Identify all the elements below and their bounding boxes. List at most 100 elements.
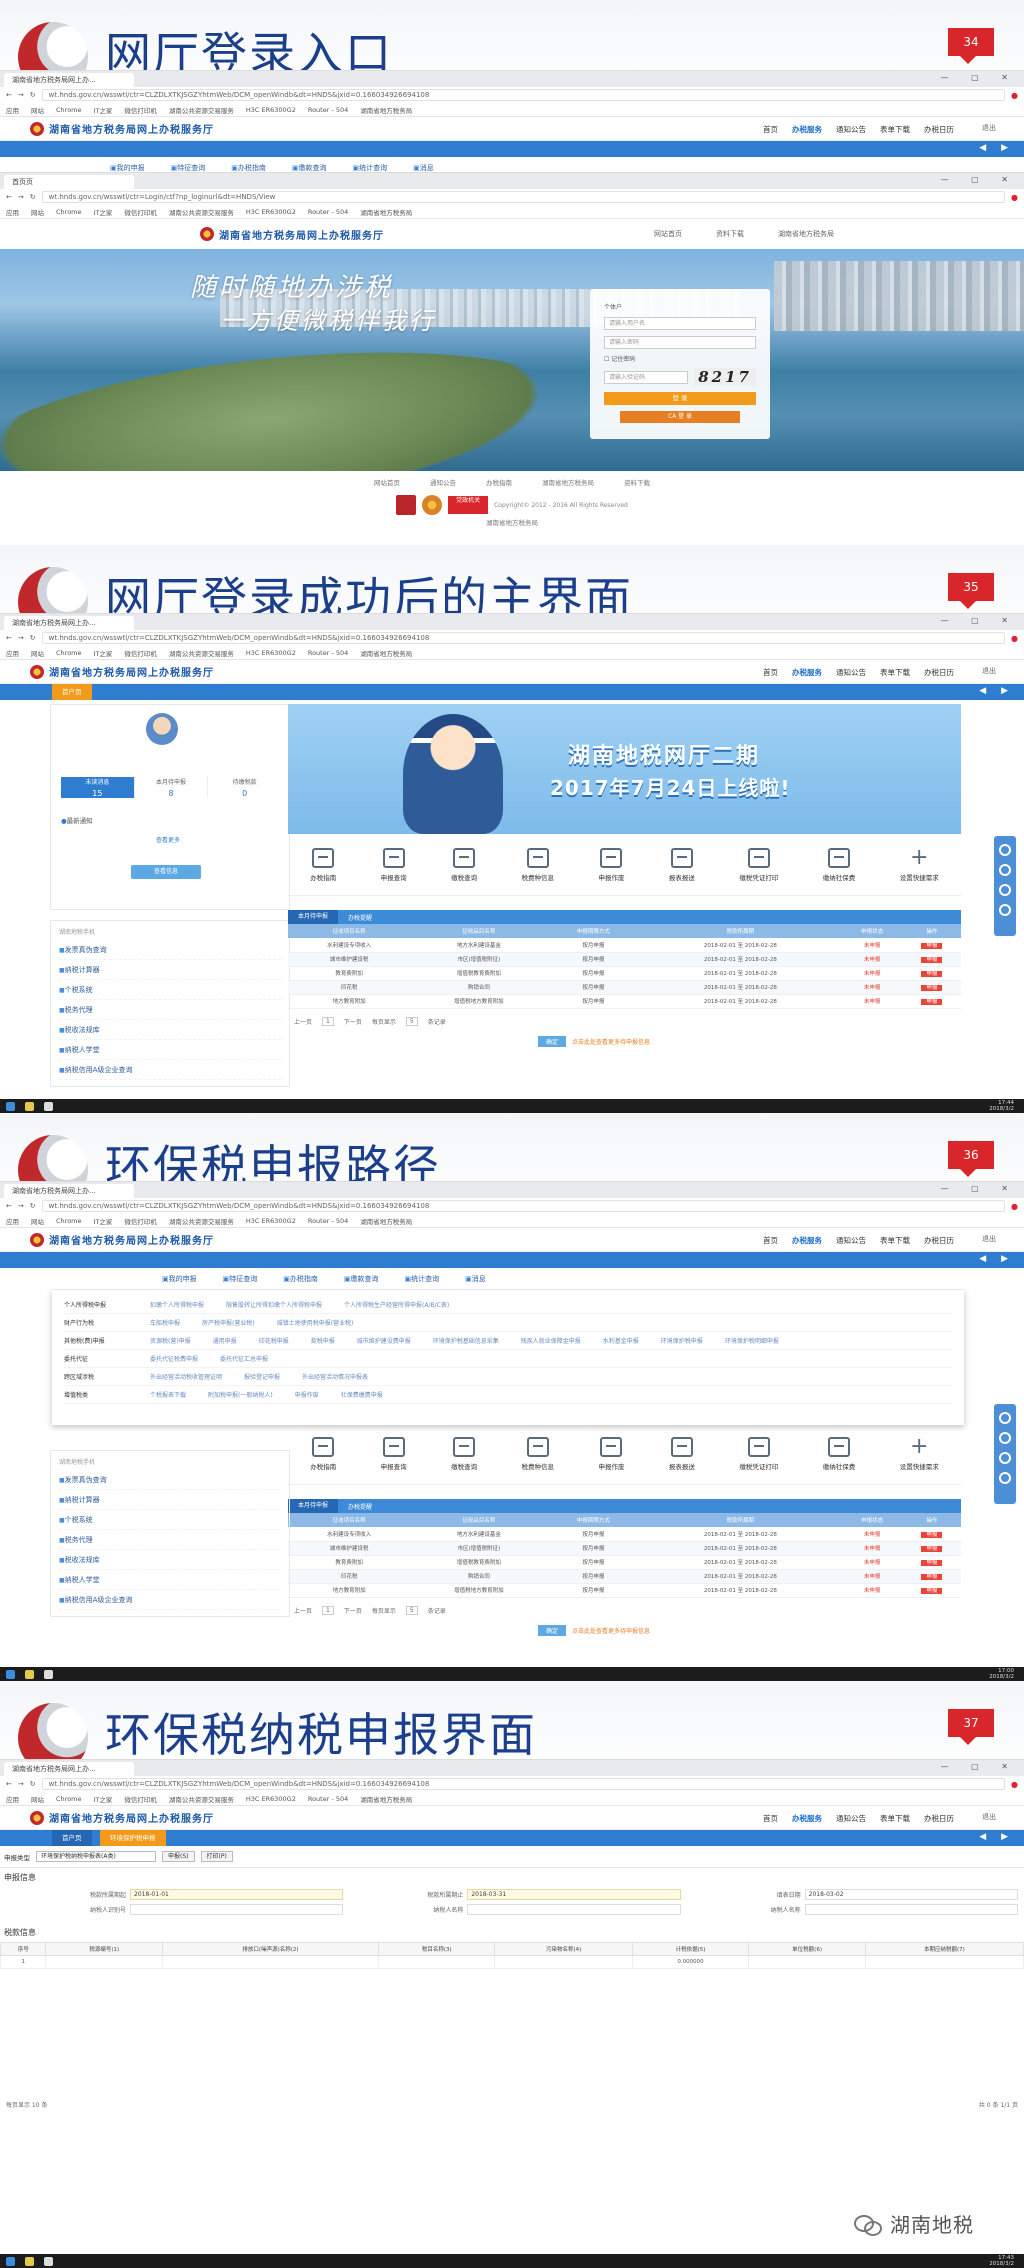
quick-nav-item[interactable]: 税务代理 (59, 1000, 281, 1020)
bookmark-item[interactable]: 湖南公共资源交易服务 (169, 105, 234, 115)
nav-forms[interactable]: 表单下载 (880, 124, 910, 135)
chrome-icon[interactable] (44, 1669, 53, 1679)
subtab-item[interactable]: 统计查询 (405, 1274, 439, 1284)
bookmark-item[interactable]: 网站 (31, 648, 44, 658)
menu-item[interactable]: 限售股转让所得扣缴个人所得税申报 (226, 1300, 322, 1309)
bookmark-item[interactable]: 应用 (6, 1794, 19, 1804)
footer-link[interactable]: 网站首页 (374, 477, 400, 487)
declare-button[interactable]: 申报 (921, 1574, 943, 1580)
nav-tax-service[interactable]: 办税服务 (792, 1813, 822, 1824)
declare-submit-button[interactable]: 申报(S) (162, 1851, 195, 1862)
bookmark-item[interactable]: Router - 504 (308, 1217, 348, 1225)
menu-item[interactable]: 环境保护税基础信息采集 (433, 1336, 499, 1345)
func-tax-info[interactable]: 税费种信息 (522, 847, 554, 882)
quick-nav-item[interactable]: 个税系统 (59, 980, 281, 1000)
page-size-select[interactable]: 5 (405, 1016, 418, 1026)
menu-item[interactable]: 城镇土地使用税申报(营业税) (277, 1318, 354, 1327)
menu-item[interactable]: 委托代征汇总申报 (220, 1354, 268, 1363)
declare-button[interactable]: 申报 (921, 1588, 943, 1594)
back-icon[interactable]: ← (6, 91, 12, 99)
page-count-text[interactable]: 共 0 条 1/1 页 (979, 2100, 1018, 2109)
quick-nav-item[interactable]: 税收法规库 (59, 1020, 281, 1040)
cell[interactable]: 0.000000 (631, 1955, 750, 1969)
header-link[interactable]: 资料下载 (716, 229, 744, 239)
scroll-arrows[interactable]: ◀ ▶ (979, 1254, 1014, 1264)
window-controls[interactable]: — ▢ ✕ (941, 73, 1018, 82)
bookmark-item[interactable]: Router - 504 (308, 208, 348, 216)
up-arrow-icon[interactable] (999, 904, 1011, 916)
reload-icon[interactable]: ↻ (30, 634, 36, 642)
nav-tax-service[interactable]: 办税服务 (792, 124, 822, 135)
func-tax-info[interactable]: 税费种信息 (522, 1436, 554, 1471)
page-number[interactable]: 1 (322, 1016, 334, 1026)
menu-item[interactable]: 车船税申报 (150, 1318, 180, 1327)
home-tab[interactable]: 首户页 (52, 684, 92, 700)
header-link[interactable]: 网站首页 (654, 229, 682, 239)
tab-pending[interactable]: 本月待申报 (288, 910, 339, 924)
date-input[interactable]: 2018-01-01 (130, 1889, 344, 1900)
bookmark-item[interactable]: 应用 (6, 648, 19, 658)
extension-icon[interactable]: ● (1011, 1780, 1018, 1789)
reload-icon[interactable]: ↻ (30, 91, 36, 99)
nav-home[interactable]: 首页 (763, 1813, 778, 1824)
nav-home[interactable]: 首页 (763, 1235, 778, 1246)
declare-button[interactable]: 申报 (921, 1560, 943, 1566)
ca-login-button[interactable]: CA 登 录 (620, 411, 740, 423)
text-input[interactable] (804, 1904, 1018, 1915)
menu-item[interactable]: 水利基金申报 (603, 1336, 639, 1345)
bookmark-item[interactable]: IT之家 (94, 1794, 113, 1804)
windows-start-icon[interactable] (6, 2256, 15, 2266)
home-tab[interactable]: 首户页 (52, 1830, 92, 1846)
page-number[interactable]: 1 (322, 1605, 334, 1615)
up-arrow-icon[interactable] (999, 1472, 1011, 1484)
func-shortcut[interactable]: + 设置快捷需求 (900, 846, 939, 882)
forward-icon[interactable]: → (18, 193, 24, 201)
menu-item[interactable]: 个人所得税生产经营所得申报(A/B/C表) (344, 1300, 449, 1309)
scroll-arrows[interactable]: ◀ ▶ (979, 686, 1014, 696)
bookmark-item[interactable]: 微信打印机 (124, 1216, 157, 1226)
bookmark-item[interactable]: 网站 (31, 207, 44, 217)
extension-icon[interactable]: ● (1011, 1202, 1018, 1211)
tab-pending[interactable]: 本月待申报 (288, 1499, 339, 1513)
footer-link[interactable]: 资料下载 (624, 477, 650, 487)
forward-icon[interactable]: → (18, 91, 24, 99)
window-controls[interactable]: — ▢ ✕ (941, 616, 1018, 625)
subtab-item[interactable]: 统计查询 (353, 163, 387, 173)
bookmark-item[interactable]: IT之家 (94, 648, 113, 658)
quick-nav-item[interactable]: 纳税信用A级企业查询 (59, 1060, 281, 1080)
menu-item[interactable]: 印花税申报 (259, 1336, 289, 1345)
bookmark-item[interactable]: H3C ER6300G2 (246, 106, 296, 114)
bookmark-item[interactable]: Chrome (56, 1217, 82, 1225)
bookmark-item[interactable]: Chrome (56, 649, 82, 657)
text-input[interactable] (130, 1904, 344, 1915)
func-social[interactable]: 缴纳社保费 (823, 1436, 855, 1471)
bookmark-item[interactable]: 微信打印机 (124, 648, 157, 658)
logout-link[interactable]: 退出 (982, 123, 996, 133)
browser-tab[interactable]: 湖南省地方税务局网上办... (4, 1184, 134, 1198)
promo-banner[interactable]: 湖南地税网厅二期 2017年7月24日上线啦! (288, 704, 961, 834)
extension-icon[interactable]: ● (1011, 634, 1018, 643)
back-icon[interactable]: ← (6, 1780, 12, 1788)
bookmark-item[interactable]: 应用 (6, 1216, 19, 1226)
nav-home[interactable]: 首页 (763, 124, 778, 135)
func-print[interactable]: 缴税凭证打印 (739, 847, 778, 882)
nav-notice[interactable]: 通知公告 (836, 667, 866, 678)
func-shortcut[interactable]: + 设置快捷需求 (900, 1435, 939, 1471)
func-guide[interactable]: 办税指南 (310, 847, 336, 882)
menu-item[interactable]: 通用申报 (213, 1336, 237, 1345)
footer-link[interactable]: 通知公告 (430, 477, 456, 487)
stat-item[interactable]: 本月待申报 8 (135, 777, 209, 798)
menu-item[interactable]: 房产税申报(营业税) (202, 1318, 255, 1327)
reload-icon[interactable]: ↻ (30, 1780, 36, 1788)
menu-item[interactable]: 附加税申报(一般纳税人) (208, 1390, 273, 1399)
url-input[interactable]: wt.hnds.gov.cn/wsswtl/ctr=Login/ctf?np_l… (41, 191, 1006, 203)
subtab-item[interactable]: 办税指南 (283, 1274, 318, 1284)
bookmark-item[interactable]: 湖南公共资源交易服务 (169, 1216, 234, 1226)
chrome-icon[interactable] (44, 2256, 53, 2266)
menu-item[interactable]: 残疾人就业保障金申报 (521, 1336, 581, 1345)
prev-page[interactable]: 上一页 (294, 1606, 312, 1615)
folder-icon[interactable] (25, 2256, 34, 2266)
nav-calendar[interactable]: 办税日历 (924, 1813, 954, 1824)
footer-link[interactable]: 办税指南 (486, 477, 512, 487)
bookmark-item[interactable]: H3C ER6300G2 (246, 208, 296, 216)
